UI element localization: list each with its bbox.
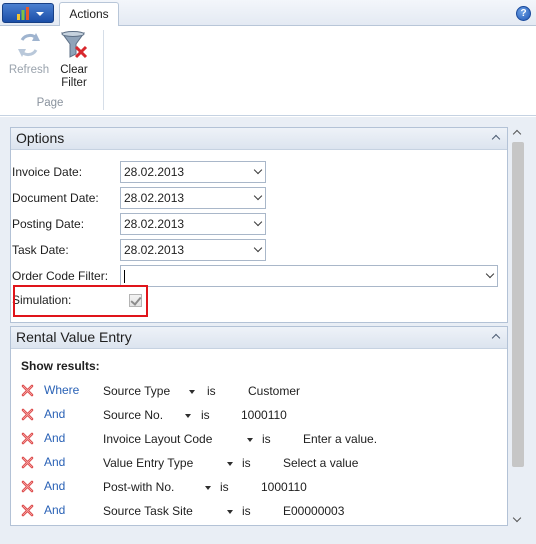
collapse-up-icon[interactable] <box>491 333 501 343</box>
delete-filter-icon[interactable] <box>21 456 34 469</box>
delete-filter-icon[interactable] <box>21 408 34 421</box>
options-title: Options <box>16 130 65 146</box>
delete-filter-icon[interactable] <box>21 504 34 517</box>
task-date-field[interactable]: 28.02.2013 <box>120 239 266 261</box>
help-icon[interactable]: ? <box>516 6 531 21</box>
posting-date-label: Posting Date: <box>12 217 85 231</box>
document-date-field[interactable]: 28.02.2013 <box>120 187 266 209</box>
task-date-value: 28.02.2013 <box>124 243 185 257</box>
filter-field-name[interactable]: Post-with No. <box>103 480 174 494</box>
filter-row: And Source Task Site is E00000003 <box>21 501 501 521</box>
filter-value[interactable]: E00000003 <box>283 504 344 518</box>
vertical-scrollbar[interactable] <box>510 126 526 526</box>
chevron-down-icon <box>36 12 44 16</box>
filter-value[interactable]: 1000110 <box>241 408 287 422</box>
delete-filter-icon[interactable] <box>21 384 34 397</box>
application-menu-button[interactable] <box>2 3 54 23</box>
scroll-down-icon[interactable] <box>510 512 526 526</box>
filter-row: And Invoice Layout Code is Enter a value… <box>21 429 501 449</box>
show-results-label: Show results: <box>21 359 100 373</box>
field-dropdown-caret-icon[interactable] <box>227 510 233 514</box>
posting-date-field[interactable]: 28.02.2013 <box>120 213 266 235</box>
filter-row: And Value Entry Type is Select a value <box>21 453 501 473</box>
order-code-filter-field[interactable] <box>120 265 498 287</box>
filter-operator: is <box>262 432 271 446</box>
clear-filter-label-2: Filter <box>61 77 87 89</box>
field-dropdown-caret-icon[interactable] <box>227 462 233 466</box>
filter-field-name[interactable]: Value Entry Type <box>103 456 193 470</box>
ribbon: Refresh Clear Filter Page <box>0 26 536 116</box>
chevron-down-icon[interactable] <box>253 191 263 201</box>
filter-field-name[interactable]: Source Type <box>103 384 170 398</box>
clear-filter-label-1: Clear <box>60 64 88 76</box>
filter-row: Where Source Type is Customer <box>21 381 501 401</box>
delete-filter-icon[interactable] <box>21 480 34 493</box>
scroll-up-icon[interactable] <box>510 126 526 140</box>
delete-filter-icon[interactable] <box>21 432 34 445</box>
filter-value[interactable]: Select a value <box>283 456 358 470</box>
filter-value[interactable]: Customer <box>248 384 300 398</box>
collapse-up-icon[interactable] <box>491 134 501 144</box>
clear-filter-icon <box>61 31 88 59</box>
order-code-filter-row: Order Code Filter: <box>12 265 502 287</box>
filter-operator: is <box>242 456 251 470</box>
refresh-button[interactable]: Refresh <box>5 30 53 77</box>
filter-row: And Source No. is 1000110 <box>21 405 501 425</box>
filter-conjunction: And <box>44 431 66 445</box>
filter-operator: is <box>201 408 210 422</box>
document-date-label: Document Date: <box>12 191 99 205</box>
ribbon-group-page-label: Page <box>36 97 64 109</box>
filter-field-name[interactable]: Source Task Site <box>103 504 193 518</box>
document-date-value: 28.02.2013 <box>124 191 185 205</box>
filter-conjunction: And <box>44 503 66 517</box>
ribbon-tab-bar: Actions ? <box>0 0 536 27</box>
filter-operator: is <box>220 480 229 494</box>
filter-operator: is <box>207 384 216 398</box>
field-dropdown-caret-icon[interactable] <box>247 438 253 442</box>
posting-date-value: 28.02.2013 <box>124 217 185 231</box>
options-panel-header[interactable]: Options <box>11 128 507 150</box>
simulation-highlight-box <box>13 285 148 317</box>
chevron-down-icon[interactable] <box>253 243 263 253</box>
ribbon-group-divider <box>103 30 104 110</box>
filter-field-name[interactable]: Source No. <box>103 408 163 422</box>
invoice-date-label: Invoice Date: <box>12 165 83 179</box>
text-cursor <box>124 270 125 283</box>
tab-actions[interactable]: Actions <box>59 2 119 27</box>
filter-value[interactable]: Enter a value. <box>303 432 377 446</box>
task-date-label: Task Date: <box>12 243 69 257</box>
chevron-down-icon[interactable] <box>253 165 263 175</box>
scrollbar-thumb[interactable] <box>512 142 524 467</box>
refresh-icon <box>18 33 40 57</box>
field-dropdown-caret-icon[interactable] <box>205 486 211 490</box>
filter-value[interactable]: 1000110 <box>261 480 307 494</box>
filter-conjunction: And <box>44 455 66 469</box>
invoice-date-field[interactable]: 28.02.2013 <box>120 161 266 183</box>
clear-filter-button[interactable]: Clear Filter <box>53 30 95 90</box>
filter-field-name[interactable]: Invoice Layout Code <box>103 432 212 446</box>
chevron-down-icon[interactable] <box>485 269 495 279</box>
filter-row: And Post-with No. is 1000110 <box>21 477 501 497</box>
filter-operator: is <box>242 504 251 518</box>
field-dropdown-caret-icon[interactable] <box>185 414 191 418</box>
dynamics-logo-icon <box>17 7 29 20</box>
invoice-date-value: 28.02.2013 <box>124 165 185 179</box>
filter-conjunction: And <box>44 407 66 421</box>
rental-value-entry-header[interactable]: Rental Value Entry <box>11 327 507 349</box>
refresh-label: Refresh <box>8 64 50 76</box>
order-code-filter-label: Order Code Filter: <box>12 269 109 283</box>
rental-value-entry-title: Rental Value Entry <box>16 329 132 345</box>
filter-conjunction: Where <box>44 383 80 397</box>
filter-conjunction: And <box>44 479 66 493</box>
field-dropdown-caret-icon[interactable] <box>189 390 195 394</box>
chevron-down-icon[interactable] <box>253 217 263 227</box>
